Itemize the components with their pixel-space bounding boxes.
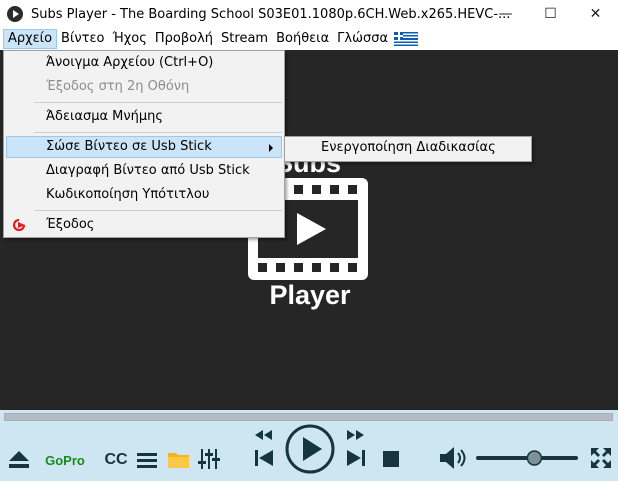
menu-language[interactable]: Γλώσσα [333, 29, 392, 49]
menu-bar: Αρχείο Βίντεο Ήχος Προβολή Stream Βοήθει… [0, 28, 618, 50]
rewind-icon[interactable] [254, 429, 274, 441]
greek-flag-icon[interactable] [394, 32, 419, 46]
gopro-button[interactable]: GoPro [42, 450, 88, 470]
cc-button[interactable]: CC [102, 448, 130, 472]
title-bar: Subs Player - The Boarding School S03E01… [0, 0, 618, 28]
window-title: Subs Player - The Boarding School S03E01… [31, 6, 511, 22]
menu-open-file-label: Άνοιγμα Αρχείου (Ctrl+O) [46, 55, 214, 70]
exit-icon [12, 218, 26, 232]
menu-exit-label: Έξοδος [46, 217, 95, 232]
play-button[interactable] [285, 424, 335, 474]
menu-video[interactable]: Βίντεο [57, 29, 108, 49]
app-icon [7, 6, 23, 22]
equalizer-icon[interactable] [198, 447, 220, 471]
menu-enable-process[interactable]: Ενεργοποίηση Διαδικασίας [321, 140, 496, 155]
menu-save-video-usb[interactable]: Σώσε Βίντεο σε Usb Stick [6, 136, 282, 158]
next-icon[interactable] [344, 446, 368, 470]
menu-output-second-screen-label: Έξοδος στη 2η Οθόνη [46, 79, 190, 94]
submenu-arrow-icon [269, 144, 273, 152]
seek-bar[interactable] [4, 413, 613, 421]
menu-audio[interactable]: Ήχος [108, 29, 150, 49]
menu-help[interactable]: Βοήθεια [272, 29, 333, 49]
menu-subtitle-encoding[interactable]: Κωδικοποίηση Υπότιτλου [6, 184, 282, 206]
close-button[interactable]: ✕ [573, 0, 618, 28]
maximize-button[interactable]: ☐ [528, 0, 573, 28]
fast-forward-icon[interactable] [346, 429, 366, 441]
menu-separator [34, 132, 282, 133]
menu-clear-memory[interactable]: Άδειασμα Μνήμης [6, 106, 282, 128]
control-bar: GoPro CC [0, 410, 618, 481]
menu-separator [34, 102, 282, 103]
fullscreen-icon[interactable] [589, 446, 613, 470]
volume-slider[interactable] [474, 448, 580, 468]
eject-icon[interactable] [6, 448, 32, 470]
menu-output-second-screen: Έξοδος στη 2η Οθόνη [6, 76, 282, 98]
folder-icon[interactable] [166, 448, 192, 470]
menu-clear-memory-label: Άδειασμα Μνήμης [46, 109, 164, 124]
file-menu-dropdown: Άνοιγμα Αρχείου (Ctrl+O) Έξοδος στη 2η Ο… [3, 50, 285, 238]
menu-delete-video-usb[interactable]: Διαγραφή Βίντεο από Usb Stick [6, 160, 282, 182]
menu-view[interactable]: Προβολή [151, 29, 217, 49]
menu-file[interactable]: Αρχείο [3, 29, 58, 49]
menu-exit[interactable]: Έξοδος [6, 214, 282, 236]
logo-text-player: Player [269, 280, 351, 310]
usb-submenu: Ενεργοποίηση Διαδικασίας [284, 136, 532, 162]
previous-icon[interactable] [252, 446, 276, 470]
playlist-icon[interactable] [136, 450, 158, 470]
menu-stream[interactable]: Stream [217, 29, 272, 49]
stop-icon[interactable] [380, 448, 402, 470]
menu-delete-video-usb-label: Διαγραφή Βίντεο από Usb Stick [46, 163, 250, 178]
menu-separator [34, 210, 282, 211]
menu-open-file[interactable]: Άνοιγμα Αρχείου (Ctrl+O) [6, 52, 282, 74]
volume-icon[interactable] [438, 445, 468, 471]
menu-subtitle-encoding-label: Κωδικοποίηση Υπότιτλου [46, 187, 210, 202]
minimize-button[interactable]: — [483, 0, 528, 28]
menu-save-video-usb-label: Σώσε Βίντεο σε Usb Stick [46, 139, 212, 154]
